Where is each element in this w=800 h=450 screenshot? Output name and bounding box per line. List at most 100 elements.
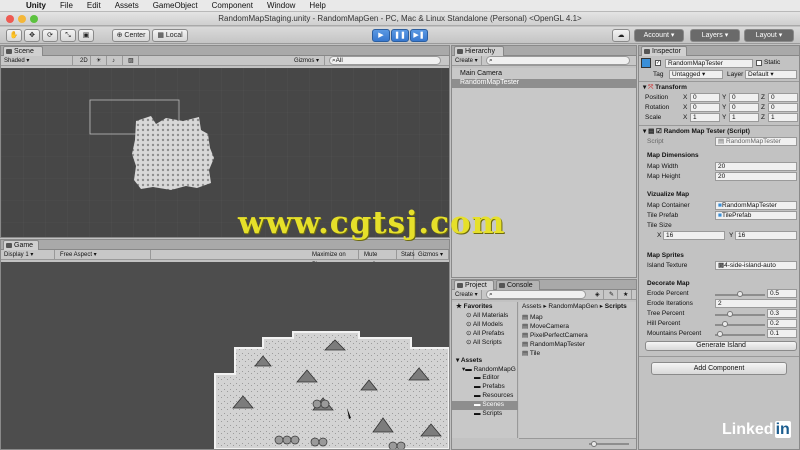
tab-project[interactable]: Project [454,280,494,290]
tile-prefab-field[interactable]: ■TilePrefab [715,211,797,220]
menu-window[interactable]: Window [267,1,295,10]
menu-gameobject[interactable]: GameObject [153,1,198,10]
breadcrumb-assets[interactable]: Assets [522,303,542,310]
generate-island-button[interactable]: Generate Island [645,341,797,351]
favorite-all-models[interactable]: ⊙ All Models [466,320,503,328]
project-create-dropdown[interactable]: Create ▾ [452,290,482,300]
aspect-dropdown[interactable]: Free Aspect ▾ [57,250,151,260]
favorite-all-scripts[interactable]: ⊙ All Scripts [466,338,502,346]
layer-dropdown[interactable]: Default ▾ [745,70,797,79]
rotation-x-field[interactable]: 0 [690,103,720,112]
tab-scene[interactable]: Scene [3,46,43,56]
tag-dropdown[interactable]: Untagged ▾ [669,70,723,79]
display-dropdown[interactable]: Display 1 ▾ [1,250,55,260]
folder-editor[interactable]: ▬ Editor [474,374,499,381]
island-texture-field[interactable]: ▩4-side-island-auto [715,261,797,270]
static-checkbox[interactable] [756,60,762,66]
tree-percent-field[interactable]: 0.3 [767,309,797,318]
hill-percent-field[interactable]: 0.2 [767,319,797,328]
mountains-percent-knob[interactable] [717,331,723,337]
assets-header[interactable]: ▾ Assets [456,356,482,364]
tree-percent-knob[interactable] [727,311,733,317]
hill-percent-knob[interactable] [722,321,728,327]
mountains-percent-field[interactable]: 0.1 [767,329,797,338]
pivot-center-button[interactable]: ⊕ Center [112,29,150,42]
scale-tool-icon[interactable]: ⤡ [60,29,76,42]
rotation-z-field[interactable]: 0 [768,103,798,112]
game-viewport[interactable] [1,262,450,450]
tree-percent-slider[interactable] [715,314,765,316]
file-tile[interactable]: ▤ Tile [522,349,540,357]
minimize-window-icon[interactable] [18,15,26,23]
folder-scripts[interactable]: ▬ Scripts [474,410,502,417]
breadcrumb-scripts[interactable]: Scripts [605,303,627,310]
menu-unity[interactable]: Unity [26,1,46,10]
toggle-2d-button[interactable]: 2D [77,56,91,66]
effects-icon[interactable]: ▨ [125,56,139,66]
map-width-field[interactable]: 20 [715,162,797,171]
favorite-all-prefabs[interactable]: ⊙ All Prefabs [466,329,504,337]
hierarchy-item-main-camera[interactable]: Main Camera [460,70,502,77]
favorite-all-materials[interactable]: ⊙ All Materials [466,311,508,319]
step-button[interactable]: ▶❚ [410,29,428,42]
layers-dropdown[interactable]: Layers ▾ [690,29,740,42]
tab-console[interactable]: Console [496,280,540,290]
menu-help[interactable]: Help [309,1,325,10]
filter-label-icon[interactable]: ✎ [606,290,618,300]
icon-size-slider-knob[interactable] [591,441,597,447]
hierarchy-selected-row[interactable]: RandomMapTester [452,79,636,88]
gizmos-dropdown[interactable]: Gizmos ▾ [291,56,325,66]
position-x-field[interactable]: 0 [690,93,720,102]
pivot-local-button[interactable]: ▦ Local [152,29,188,42]
layout-dropdown[interactable]: Layout ▾ [744,29,794,42]
hand-tool-icon[interactable]: ✋ [6,29,22,42]
tile-size-y-field[interactable]: 16 [735,231,797,240]
favorite-star-icon[interactable]: ★ [620,290,632,300]
object-name-field[interactable]: RandomMapTester [665,59,753,68]
erode-iterations-field[interactable]: 2 [715,299,797,308]
filter-type-icon[interactable]: ◈ [592,290,604,300]
mute-audio-toggle[interactable]: Mute audio [361,250,397,268]
audio-icon[interactable]: ♪ [109,56,123,66]
scale-x-field[interactable]: 1 [690,113,720,122]
menu-component[interactable]: Component [212,1,253,10]
script-field[interactable]: ▤ RandomMapTester [715,137,797,146]
project-search-input[interactable]: ⌕ [486,290,586,299]
move-tool-icon[interactable]: ✥ [24,29,40,42]
file-movecamera[interactable]: ▤ MoveCamera [522,322,569,330]
menu-edit[interactable]: Edit [87,1,101,10]
tab-game[interactable]: Game [3,240,39,250]
breadcrumb-randommapgen[interactable]: RandomMapGen [548,303,598,310]
file-pixelperfectcamera[interactable]: ▤ PixelPerfectCamera [522,331,588,339]
file-randommaptester[interactable]: ▤ RandomMapTester [522,340,585,348]
maximize-on-play-toggle[interactable]: Maximize on Play [309,250,359,268]
erode-percent-knob[interactable] [737,291,743,297]
transform-header[interactable]: ▾ ⤧ Transform [643,83,687,92]
folder-scenes-row[interactable]: ▬ Scenes [452,401,518,410]
stats-toggle[interactable]: Stats [398,250,415,260]
tile-size-x-field[interactable]: 16 [663,231,725,240]
menu-file[interactable]: File [60,1,73,10]
zoom-window-icon[interactable] [30,15,38,23]
map-height-field[interactable]: 20 [715,172,797,181]
add-component-button[interactable]: Add Component [651,362,787,375]
active-checkbox[interactable]: ✓ [655,60,661,66]
position-z-field[interactable]: 0 [768,93,798,102]
scale-z-field[interactable]: 1 [768,113,798,122]
component-header[interactable]: ▾ ▤ ☑ Random Map Tester (Script) [643,127,750,135]
rect-tool-icon[interactable]: ▣ [78,29,94,42]
folder-prefabs[interactable]: ▬ Prefabs [474,383,505,390]
account-dropdown[interactable]: Account ▾ [634,29,684,42]
cloud-icon[interactable]: ☁ [612,29,630,42]
shading-dropdown[interactable]: Shaded ▾ [1,56,73,66]
scene-search-input[interactable]: ⌕All [329,56,441,65]
play-button[interactable]: ▶ [372,29,390,42]
hierarchy-search-input[interactable]: ⌕ [486,56,630,65]
erode-percent-field[interactable]: 0.5 [767,289,797,298]
game-gizmos-dropdown[interactable]: Gizmos ▾ [415,250,449,260]
position-y-field[interactable]: 0 [729,93,759,102]
pause-button[interactable]: ❚❚ [391,29,409,42]
folder-randommapgen[interactable]: ▾▬ RandomMapG [462,365,516,373]
map-container-field[interactable]: ■RandomMapTester [715,201,797,210]
hierarchy-create-dropdown[interactable]: Create ▾ [452,56,482,66]
